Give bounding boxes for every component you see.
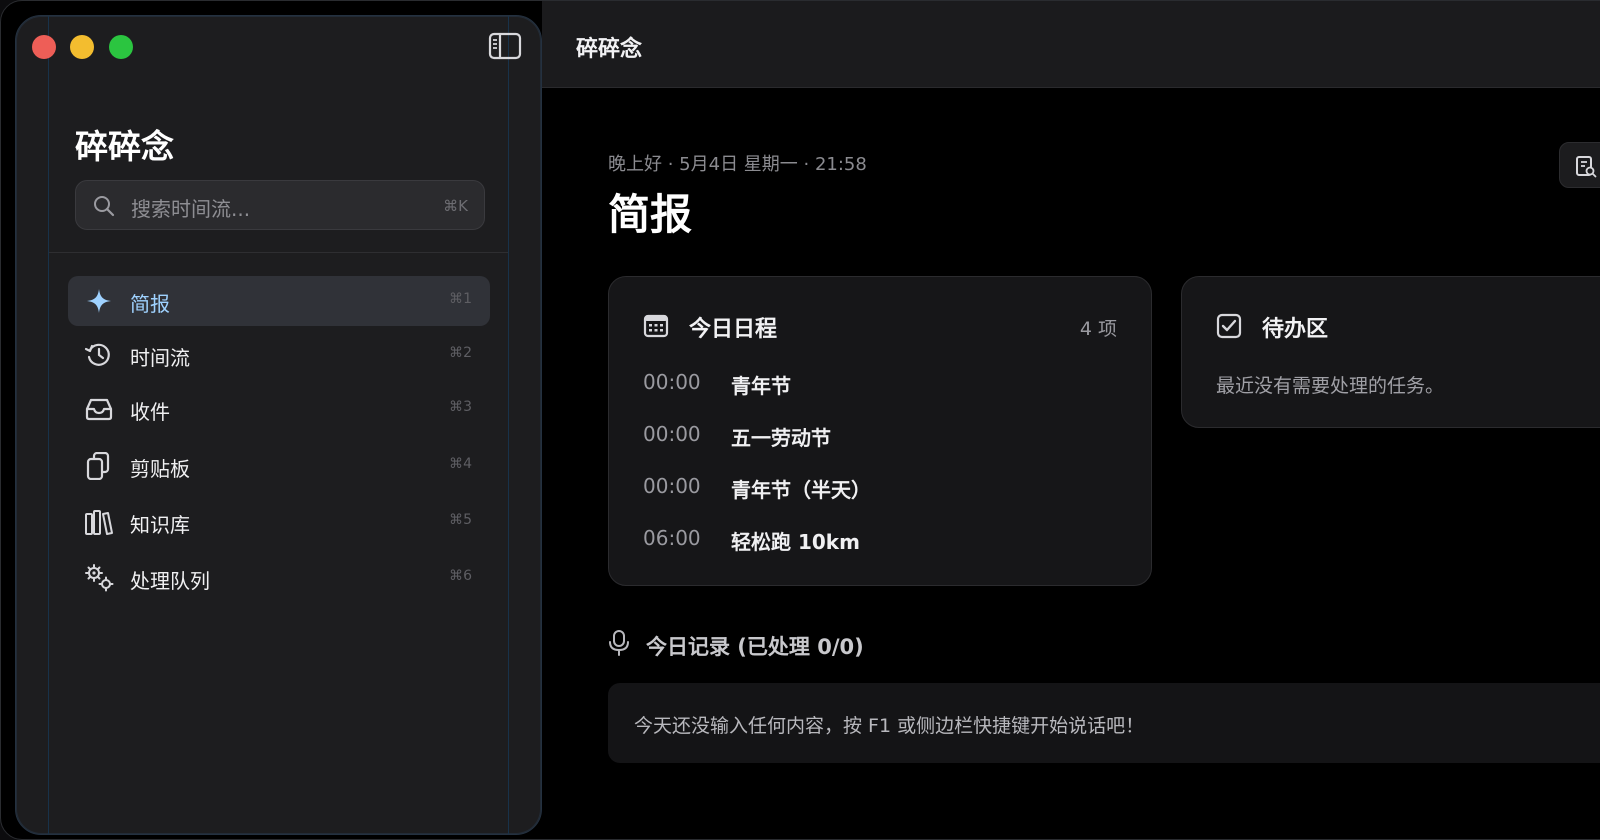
todo-card: 待办区 最近没有需要处理的任务。: [1181, 276, 1600, 428]
schedule-title: 今日日程: [689, 317, 778, 342]
shortcut-hint: ⌘2: [449, 345, 472, 361]
event-name: 轻松跑 10km: [731, 530, 860, 554]
document-search-icon: [1576, 156, 1597, 178]
clipboard-icon: [86, 452, 110, 480]
window-title: 碎碎念: [576, 37, 643, 62]
minimize-window-button[interactable]: [70, 35, 94, 59]
event-name: 青年节: [731, 374, 791, 398]
sidebar-toggle-icon[interactable]: [488, 32, 522, 60]
search-shortcut: ⌘K: [443, 197, 468, 215]
app-name: 碎碎念: [75, 127, 174, 166]
sidebar-item-label: 剪贴板: [130, 457, 190, 481]
sidebar-item-label: 时间流: [130, 346, 190, 370]
event-time: 06:00: [643, 526, 701, 550]
sidebar-item-briefing[interactable]: 简报 ⌘1: [68, 276, 490, 326]
schedule-card: 今日日程 4 项 00:00 青年节 00:00 五一劳动节 00:00 青年节…: [608, 276, 1152, 586]
event-time: 00:00: [643, 474, 701, 498]
event-time: 00:00: [643, 370, 701, 394]
sidebar-edge-line: [508, 16, 509, 834]
calendar-icon: [643, 314, 669, 338]
records-title: 今日记录 (已处理 0/0): [646, 635, 864, 659]
sparkle-icon: [87, 289, 111, 313]
shortcut-hint: ⌘5: [449, 512, 472, 528]
sidebar-item-queue[interactable]: 处理队列 ⌘6: [68, 553, 490, 603]
sidebar-item-clipboard[interactable]: 剪贴板 ⌘4: [68, 441, 490, 491]
event-time: 00:00: [643, 422, 701, 446]
microphone-icon: [609, 630, 629, 656]
todo-title: 待办区: [1262, 317, 1329, 342]
sidebar-divider: [49, 252, 508, 253]
sidebar-item-label: 知识库: [130, 513, 190, 537]
sidebar-item-label: 处理队列: [130, 569, 210, 593]
title-bar: 碎碎念: [542, 1, 1600, 88]
checkbox-icon: [1216, 313, 1242, 339]
document-search-button[interactable]: [1559, 142, 1600, 188]
schedule-count: 4 项: [1079, 318, 1117, 340]
shortcut-hint: ⌘4: [449, 456, 472, 472]
gears-icon: [85, 564, 114, 592]
event-name: 青年节（半天）: [731, 478, 871, 502]
close-window-button[interactable]: [32, 35, 56, 59]
todo-empty-text: 最近没有需要处理的任务。: [1216, 375, 1445, 397]
records-empty-text: 今天还没输入任何内容，按 F1 或侧边栏快捷键开始说话吧！: [634, 715, 1145, 737]
app-window: 碎碎念 搜索时间流... ⌘K 简报 ⌘1 时间流 ⌘2 收件 ⌘3 剪贴板 ⌘…: [0, 0, 1600, 840]
greeting-text: 晚上好 · 5月4日 星期一 · 21:58: [608, 154, 867, 175]
library-icon: [85, 510, 113, 535]
sidebar-item-knowledge[interactable]: 知识库 ⌘5: [68, 497, 490, 547]
sidebar: 碎碎念 搜索时间流... ⌘K 简报 ⌘1 时间流 ⌘2 收件 ⌘3 剪贴板 ⌘…: [15, 15, 542, 835]
sidebar-item-inbox[interactable]: 收件 ⌘3: [68, 384, 490, 434]
history-icon: [84, 343, 110, 366]
shortcut-hint: ⌘1: [449, 291, 472, 307]
event-name: 五一劳动节: [731, 426, 831, 450]
sidebar-edge-line: [48, 16, 49, 834]
inbox-icon: [85, 398, 113, 421]
sidebar-item-label: 收件: [130, 400, 170, 424]
search-placeholder: 搜索时间流...: [131, 197, 251, 221]
search-icon: [94, 196, 115, 217]
search-input[interactable]: 搜索时间流... ⌘K: [75, 180, 485, 230]
page-title: 简报: [608, 190, 693, 239]
shortcut-hint: ⌘6: [449, 568, 472, 584]
shortcut-hint: ⌘3: [449, 399, 472, 415]
records-empty-state: 今天还没输入任何内容，按 F1 或侧边栏快捷键开始说话吧！: [608, 683, 1600, 763]
zoom-window-button[interactable]: [109, 35, 133, 59]
sidebar-item-timeline[interactable]: 时间流 ⌘2: [68, 330, 490, 380]
sidebar-item-label: 简报: [130, 292, 170, 316]
